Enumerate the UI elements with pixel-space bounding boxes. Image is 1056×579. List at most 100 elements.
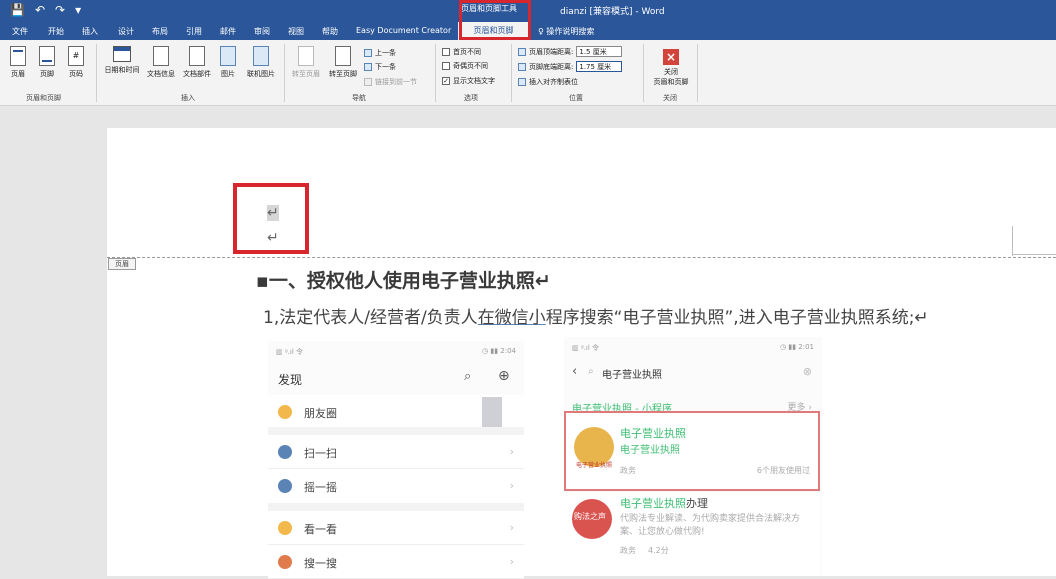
quick-parts-icon [189,46,205,66]
footer-button[interactable]: 页脚 [33,46,61,79]
document-info-icon [153,46,169,66]
result-card-highlighted[interactable]: 电子营业执照 电子营业执照 电子营业执照 政务 6个朋友使用过 [564,411,820,491]
list-item[interactable]: 摇一摇 › [268,469,524,511]
page-number-icon: # [68,46,84,66]
customize-qat-icon[interactable]: ▾ [75,3,81,17]
group-separator [96,44,97,102]
ribbon: 页眉 页脚 # 页码 页眉和页脚 日期和时间 文档信息 文档部件 图片 联机图片 … [0,40,1056,106]
previous-button[interactable]: 上一条 [364,48,396,58]
result-card[interactable]: 购法之声 电子营业执照办理 代购法专业解读、为代购卖家提供合法解决方案、让您放心… [564,493,820,576]
wechat-search-screenshot: ▥ ᵍ.ıl 令 ◷ ▮▮ 2:01 ‹ ⌕ 电子营业执照 ⊗ 电子营业执照 -… [564,337,822,576]
search-query[interactable]: 电子营业执照 [602,366,662,381]
group-separator [435,44,436,102]
clear-icon[interactable]: ⊗ [803,365,812,378]
search-icon[interactable]: ⌕ [464,369,471,384]
header-tag: 页眉 [108,258,136,270]
tab-view[interactable]: 视图 [288,26,304,37]
quickparts-button[interactable]: 文档部件 [180,46,214,79]
tab-easy-document-creator[interactable]: Easy Document Creator [356,26,451,35]
group-label-close: 关闭 [663,94,677,102]
group-separator [511,44,512,102]
goto-footer-icon [335,46,351,66]
list-item[interactable]: 朋友圈 [268,395,524,435]
logo-caption: 购法之声 [574,512,606,521]
link-to-previous-button[interactable]: 链接到前一节 [364,77,417,87]
shake-icon [278,479,292,493]
search-icon: ⌕ [588,366,594,377]
goto-footer-button[interactable]: 转至页脚 [325,46,361,79]
result-title: 电子营业执照办理 [620,497,708,510]
list-item[interactable]: 搜一搜 › [268,545,524,579]
alignment-tab-icon [518,78,526,86]
phone-clock: ◷ ▮▮ 2:04 [482,347,516,355]
header-button[interactable]: 页眉 [4,46,32,79]
checkmark-icon[interactable]: ✓ [442,77,450,85]
group-label-insert: 插入 [181,94,195,102]
phone-status-bar: ▥ ᵍ.ıl 令 [276,348,304,356]
different-first-page-checkbox[interactable]: 首页不同 [442,47,481,57]
list-item[interactable]: 扫一扫 › [268,435,524,469]
checkbox-unchecked[interactable] [442,62,450,70]
blurred-avatar [482,397,502,427]
link-icon [364,78,372,86]
online-picture-icon [253,46,269,66]
search-bar[interactable]: ‹ ⌕ 电子营业执照 ⊗ [570,363,818,383]
close-icon: × [663,49,679,65]
tab-review[interactable]: 审阅 [254,26,270,37]
redo-icon[interactable]: ↷ [55,3,65,17]
phone-clock: ◷ ▮▮ 2:01 [780,343,814,351]
result-tag: 政务 [620,546,636,555]
docinfo-button[interactable]: 文档信息 [144,46,178,79]
tell-me-search[interactable]: ♀ 操作说明搜索 [538,26,594,37]
checkbox-unchecked[interactable] [442,48,450,56]
goto-header-button[interactable]: 转至页眉 [288,46,324,79]
document-paragraph[interactable]: 1,法定代表人/经营者/负责人在微信小程序搜索“电子营业执照”,进入电子营业执照… [263,303,929,328]
picture-button[interactable]: 图片 [216,46,240,79]
group-label-position: 位置 [569,94,583,102]
footer-bottom-spinner[interactable]: 1.75 厘米 [576,61,623,72]
tab-mailings[interactable]: 邮件 [220,26,236,37]
result-subtitle: 电子营业执照 [620,445,680,456]
different-odd-even-checkbox[interactable]: 奇偶页不同 [442,61,488,71]
top-stories-icon [278,521,292,535]
tab-help[interactable]: 帮助 [322,26,338,37]
plus-circle-icon[interactable]: ⊕ [498,368,510,384]
group-label-header-footer: 页眉和页脚 [26,94,61,102]
group-separator [643,44,644,102]
insert-alignment-tab-button[interactable]: 插入对齐制表位 [518,77,578,87]
back-icon[interactable]: ‹ [572,364,577,379]
tab-home[interactable]: 开始 [48,26,64,37]
tab-file[interactable]: 文件 [12,26,28,37]
list-item[interactable]: 看一看 › [268,511,524,545]
header-separator-line [107,257,1056,258]
result-meta: 6个朋友使用过 [756,466,810,475]
tab-layout[interactable]: 布局 [152,26,168,37]
discover-title: 发现 [278,373,303,387]
next-icon [364,63,372,71]
close-header-footer-button[interactable]: × 关闭 页眉和页脚 [648,49,694,87]
show-document-text-checkbox[interactable]: ✓ 显示文档文字 [442,76,495,86]
result-tag: 政务 [620,466,636,475]
group-separator [284,44,285,102]
tab-references[interactable]: 引用 [186,26,202,37]
tab-insert[interactable]: 插入 [82,26,98,37]
online-picture-button[interactable]: 联机图片 [243,46,279,79]
datetime-button[interactable]: 日期和时间 [100,46,144,75]
header-position-icon [518,47,526,56]
undo-icon[interactable]: ↶ [35,3,45,17]
search-feature-icon [278,555,292,569]
phone-status-bar: ▥ ᵍ.ıl 令 [572,344,600,352]
save-icon[interactable]: 💾 [10,3,25,17]
footer-icon [39,46,55,66]
header-top-spinner[interactable]: 1.5 厘米 [576,46,623,57]
highlight-box-header [233,183,309,254]
tab-design[interactable]: 设计 [118,26,134,37]
result-title: 电子营业执照 [620,427,686,440]
page-number-button[interactable]: # 页码 [62,46,90,79]
result-description: 代购法专业解读、为代购卖家提供合法解决方案、让您放心做代购! [620,514,801,537]
logo-caption: 电子营业执照 [576,462,613,469]
document-heading[interactable]: ▪一、授权他人使用电子营业执照↵ [256,266,551,293]
group-label-navigation: 导航 [352,94,366,102]
quick-access-toolbar: 💾 ↶ ↷ ▾ [10,3,81,17]
next-button[interactable]: 下一条 [364,62,396,72]
